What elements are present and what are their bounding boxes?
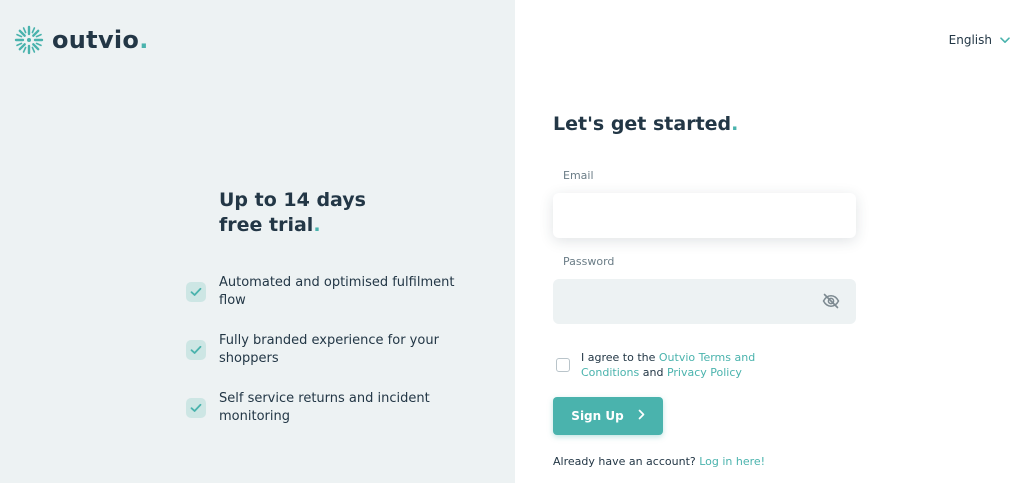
language-selector[interactable]: English (949, 33, 1010, 47)
password-field-wrapper (553, 279, 856, 324)
feature-text: Self service returns and incident monito… (219, 391, 430, 424)
sign-up-button[interactable]: Sign Up (553, 397, 663, 435)
trial-title-line2: free trial. (219, 214, 321, 236)
privacy-policy-link[interactable]: Privacy Policy (667, 366, 742, 379)
logo-wordmark: outvio. (52, 26, 149, 54)
check-icon (186, 398, 206, 418)
feature-item: Fully branded experience for your shoppe… (186, 332, 476, 368)
feature-text: Fully branded experience for your shoppe… (219, 333, 439, 366)
check-icon (186, 282, 206, 302)
outvio-logo[interactable]: outvio. (14, 25, 149, 55)
chevron-down-icon (1000, 33, 1010, 47)
feature-text: Automated and optimised fulfilment flow (219, 275, 455, 308)
feature-item: Automated and optimised fulfilment flow (186, 274, 476, 310)
login-prompt: Already have an account? Log in here! (553, 455, 766, 468)
terms-text: I agree to the Outvio Terms and Conditio… (581, 351, 756, 379)
logo-mark-icon (14, 25, 44, 55)
check-icon (186, 340, 206, 360)
chevron-right-icon (638, 409, 645, 423)
feature-item: Self service returns and incident monito… (186, 390, 476, 426)
trial-title: Up to 14 days free trial. (219, 188, 479, 238)
password-label: Password (563, 255, 615, 268)
login-link[interactable]: Log in here! (699, 455, 765, 468)
email-label: Email (563, 169, 594, 182)
sign-up-label: Sign Up (571, 409, 624, 423)
password-field[interactable] (553, 279, 856, 324)
terms-agreement: I agree to the Outvio Terms and Conditio… (556, 350, 786, 380)
form-heading: Let's get started. (553, 113, 739, 135)
eye-off-icon[interactable] (822, 293, 840, 309)
promo-panel: outvio. Up to 14 days free trial. Automa… (0, 0, 515, 483)
email-field[interactable] (553, 193, 856, 238)
signup-panel: English Let's get started. Email Passwor… (515, 0, 1024, 483)
terms-checkbox[interactable] (556, 358, 570, 372)
trial-title-line1: Up to 14 days (219, 189, 366, 211)
language-label: English (948, 33, 992, 47)
